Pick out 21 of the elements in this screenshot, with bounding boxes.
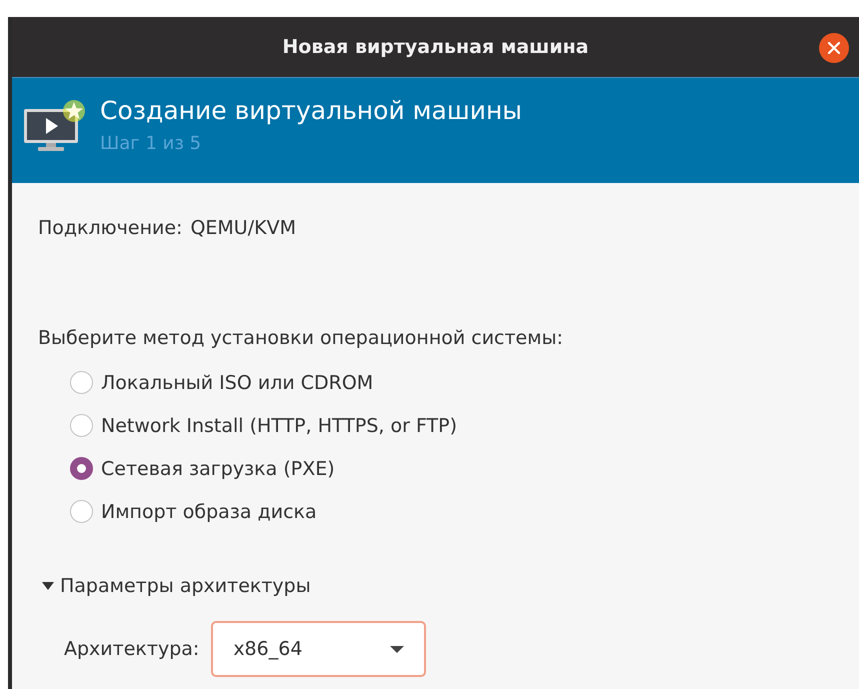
- close-button[interactable]: [819, 33, 849, 63]
- radio-label[interactable]: Сетевая загрузка (PXE): [101, 458, 335, 480]
- radio-button[interactable]: [70, 457, 93, 480]
- field-label: Архитектура:: [64, 638, 200, 660]
- close-icon: [827, 41, 841, 55]
- step-label: Шаг 1 из 5: [100, 132, 202, 154]
- window-title: Новая виртуальная машина: [282, 36, 589, 58]
- section-label: Выберите метод установки операционной системы:: [38, 326, 564, 351]
- connection-value: QEMU/KVM: [190, 217, 296, 239]
- radio-button[interactable]: [70, 414, 93, 437]
- expander-label[interactable]: Параметры архитектуры: [60, 575, 311, 597]
- radio-label[interactable]: Локальный ISO или CDROM: [101, 372, 374, 394]
- architecture-dropdown[interactable]: x86_64: [211, 621, 426, 677]
- radio-button[interactable]: [70, 500, 93, 523]
- radio-button[interactable]: [70, 371, 93, 394]
- expander-arrow-icon[interactable]: [42, 582, 54, 590]
- radio-label[interactable]: Импорт образа диска: [101, 500, 317, 522]
- header-title: Создание виртуальной машины: [100, 96, 522, 124]
- connection-label: Подключение:: [38, 217, 182, 239]
- radio-label[interactable]: Network Install (HTTP, HTTPS, or FTP): [101, 414, 458, 436]
- caret-icon: [390, 646, 404, 652]
